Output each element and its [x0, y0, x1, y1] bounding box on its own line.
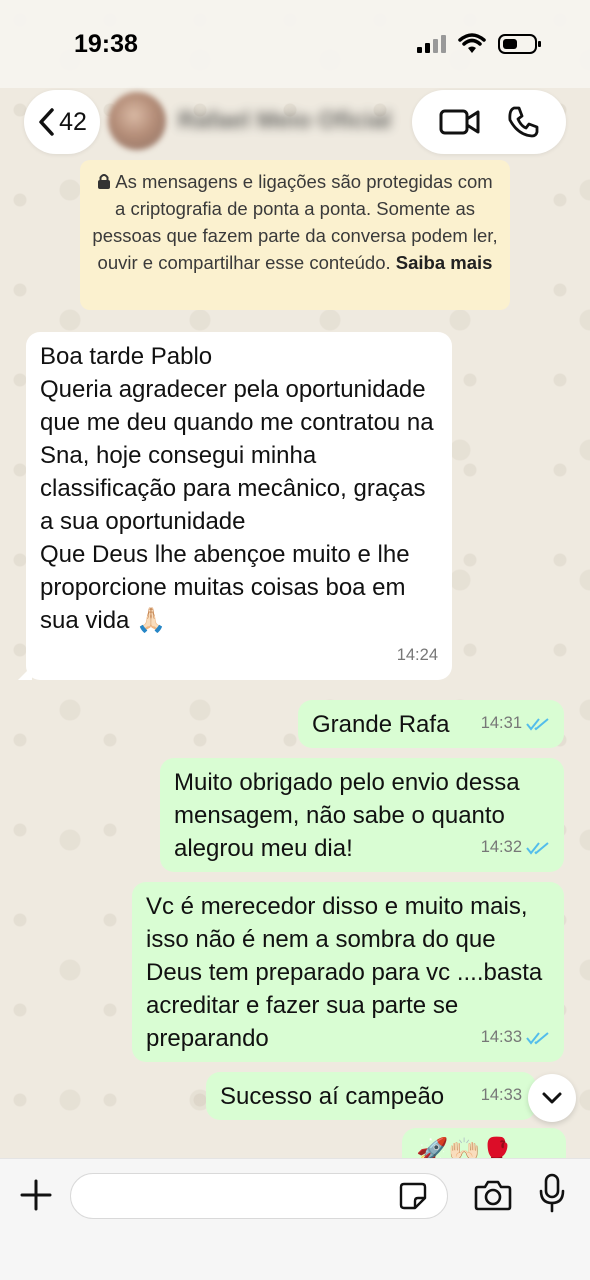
message-meta: 14:32 — [481, 831, 550, 864]
unread-count: 42 — [59, 107, 87, 136]
bubble-tail — [18, 666, 32, 680]
encryption-notice[interactable]: As mensagens e ligações são protegidas c… — [80, 160, 510, 310]
sticker-icon[interactable] — [398, 1181, 428, 1211]
message-time: 14:32 — [480, 838, 522, 856]
call-actions — [412, 90, 566, 154]
avatar[interactable] — [108, 92, 166, 150]
mic-icon[interactable] — [538, 1173, 566, 1213]
double-check-icon — [526, 1031, 549, 1045]
message-meta: 14:33 — [481, 1079, 522, 1112]
message-time: 14:31 — [480, 714, 522, 732]
message-input[interactable] — [70, 1173, 448, 1219]
message-outgoing[interactable]: Grande Rafa 14:31 — [298, 700, 564, 748]
signal-icon — [417, 35, 446, 53]
status-icons — [416, 33, 542, 55]
double-check-icon — [526, 717, 549, 731]
message-meta: 14:33 — [481, 1021, 550, 1054]
message-time: 14:33 — [480, 1086, 522, 1104]
message-meta: 14:24 — [397, 639, 438, 672]
status-bar: 19:38 — [0, 0, 590, 88]
contact-name[interactable]: Rafael Meio Oficial — [178, 107, 391, 135]
message-outgoing[interactable]: Muito obrigado pelo envio dessa mensagem… — [160, 758, 564, 872]
wifi-icon — [458, 33, 486, 53]
double-check-icon — [526, 841, 549, 855]
lock-icon — [98, 174, 111, 189]
message-outgoing[interactable]: Sucesso aí campeão 14:33 — [206, 1072, 536, 1120]
message-incoming[interactable]: Boa tarde Pablo Queria agradecer pela op… — [18, 332, 452, 680]
plus-icon[interactable] — [18, 1177, 54, 1213]
chat-header: 42 Rafael Meio Oficial — [0, 88, 590, 168]
message-meta: 14:31 — [481, 707, 550, 740]
chevron-down-icon — [542, 1092, 562, 1104]
message-time: 14:24 — [396, 646, 438, 664]
message-outgoing[interactable]: Vc é merecedor disso e muito mais, isso … — [132, 882, 564, 1062]
back-button[interactable]: 42 — [24, 90, 100, 154]
scroll-to-bottom-button[interactable] — [528, 1074, 576, 1122]
phone-icon[interactable] — [506, 105, 540, 139]
camera-icon[interactable] — [474, 1177, 512, 1213]
status-time: 19:38 — [74, 30, 138, 58]
chevron-left-icon — [39, 108, 54, 136]
battery-icon — [498, 34, 541, 54]
video-call-icon[interactable] — [439, 107, 481, 137]
message-text: Boa tarde Pablo Queria agradecer pela op… — [40, 343, 434, 634]
learn-more-link[interactable]: Saiba mais — [396, 252, 493, 273]
message-time: 14:33 — [480, 1028, 522, 1046]
composer-bar — [0, 1158, 590, 1280]
message-text: Sucesso aí campeão — [220, 1083, 445, 1110]
